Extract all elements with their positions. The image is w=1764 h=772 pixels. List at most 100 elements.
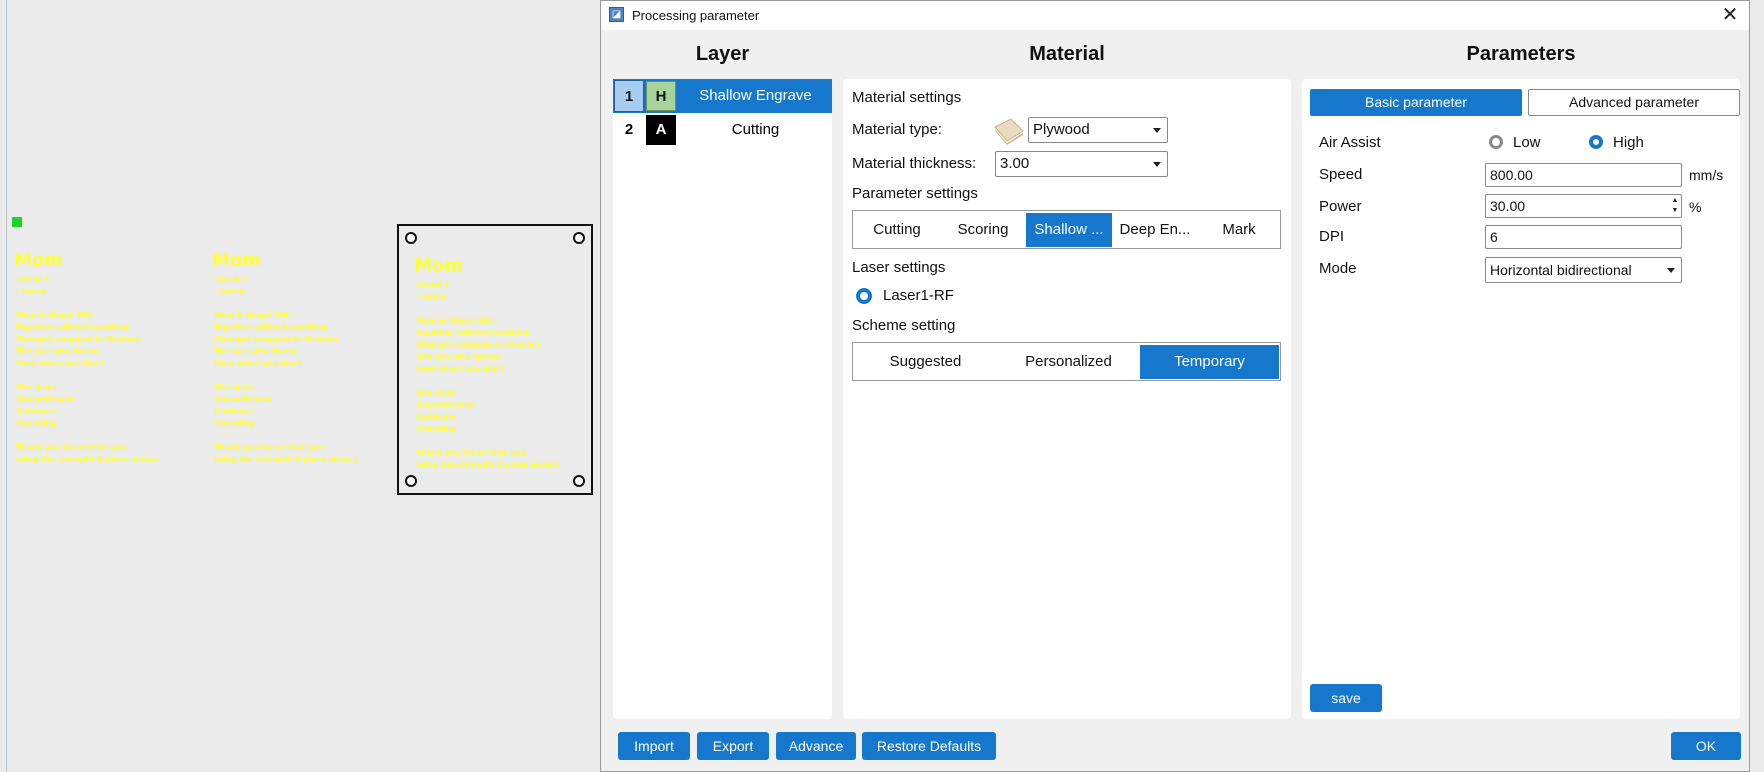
laser-radio[interactable] — [856, 288, 872, 304]
parameters-header: Parameters — [1466, 43, 1576, 65]
design-text-line: Unconditional — [16, 395, 75, 404]
layer-number: 1 — [614, 80, 644, 112]
material-thickness-select[interactable]: 3.00 — [995, 151, 1168, 177]
resize-handle[interactable] — [573, 475, 585, 487]
resize-handle[interactable] — [405, 475, 417, 487]
resize-handle[interactable] — [405, 232, 417, 244]
design-text-line: The one who listens — [16, 347, 101, 356]
scheme-tabs: Suggested Personalized Temporary — [852, 342, 1281, 381]
scheme-tab-suggested[interactable]: Suggested — [854, 345, 997, 379]
design-text-line: Thank you for all that you — [16, 443, 126, 452]
air-low-label[interactable]: Low — [1513, 134, 1541, 151]
chevron-down-icon — [1667, 268, 1675, 273]
material-thickness-label: Material thickness: — [852, 155, 977, 172]
power-spinbox[interactable]: 30.00 ▲ ▼ — [1485, 194, 1682, 218]
ok-button[interactable]: OK — [1671, 732, 1741, 760]
close-icon[interactable]: ✕ — [1719, 4, 1741, 26]
dialog-title: Processing parameter — [632, 8, 760, 23]
design-text-line — [214, 298, 357, 310]
design-text-line: Strength wrapped in Wisdom — [16, 335, 140, 344]
layer-name: Cutting — [731, 121, 780, 138]
scheme-tab-personalized[interactable]: Personalized — [997, 345, 1140, 379]
design-text-line: She loves — [16, 383, 57, 392]
advance-button[interactable]: Advance — [776, 732, 856, 760]
canvas-guide-line — [6, 0, 7, 772]
layer-row-2[interactable]: 2 A Cutting — [613, 113, 832, 147]
layer-number: 2 — [624, 121, 634, 138]
power-value: 30.00 — [1490, 198, 1526, 214]
design-text-line: Unending — [16, 419, 57, 428]
material-thickness-value: 3.00 — [1000, 155, 1030, 172]
preset-tab-mark[interactable]: Mark — [1198, 213, 1280, 247]
design-text-line: bring the strength it gives always — [214, 455, 358, 464]
app-icon: ◪ — [609, 7, 624, 22]
window-edge — [1750, 0, 1764, 772]
preset-tab-scoring[interactable]: Scoring — [940, 213, 1026, 247]
design-text-block: Lorem I - lorem Mom is Magic Still. Togeth… — [214, 274, 357, 466]
material-panel: Material settings Material type: Plywood… — [843, 79, 1291, 719]
speed-label: Speed — [1319, 166, 1363, 183]
mode-value: Horizontal bidirectional — [1490, 262, 1632, 278]
air-assist-label: Air Assist — [1319, 134, 1381, 151]
laser-settings-title: Laser settings — [852, 259, 946, 276]
design-text-line: Together without condition — [16, 323, 131, 332]
spin-up-icon[interactable]: ▲ — [1671, 196, 1679, 205]
layer-header: Layer — [695, 43, 750, 65]
dpi-input[interactable]: 6 — [1485, 225, 1682, 249]
design-text-line: She loves — [214, 383, 255, 392]
air-high-label[interactable]: High — [1613, 134, 1644, 151]
material-settings-title: Material settings — [852, 89, 962, 106]
air-high-radio[interactable] — [1589, 135, 1603, 149]
design-text-line — [214, 430, 357, 442]
parameter-settings-title: Parameter settings — [852, 185, 978, 202]
origin-marker[interactable] — [12, 217, 22, 227]
tab-basic-parameter[interactable]: Basic parameter — [1310, 89, 1522, 116]
design-text-line: Strength wrapped in Wisdom — [214, 335, 338, 344]
scheme-setting-title: Scheme setting — [852, 317, 956, 334]
design-text-line: Mom is Magic Still. — [214, 311, 294, 320]
export-button[interactable]: Export — [697, 732, 769, 760]
design-text-line: Thank you for all that you — [214, 443, 324, 452]
material-type-value: Plywood — [1033, 121, 1090, 138]
tab-advanced-parameter[interactable]: Advanced parameter — [1528, 89, 1740, 116]
resize-handle[interactable] — [573, 232, 585, 244]
design-text-line: Guidance — [214, 407, 254, 416]
layer-row-1[interactable]: 1 H Shallow Engrave — [613, 79, 832, 113]
speed-unit: mm/s — [1689, 167, 1724, 183]
design-text-block: Lorem I - lorem Mom is Magic Still. Togeth… — [16, 274, 159, 466]
material-header: Material — [1029, 43, 1105, 65]
layer-list: 1 H Shallow Engrave 2 A Cutting — [613, 79, 832, 719]
spin-down-icon[interactable]: ▼ — [1671, 206, 1679, 215]
material-type-select[interactable]: Plywood — [1028, 117, 1168, 143]
speed-input[interactable]: 800.00 — [1485, 163, 1682, 187]
chevron-down-icon — [1153, 162, 1161, 167]
dpi-label: DPI — [1319, 228, 1345, 245]
selection-box[interactable] — [397, 224, 593, 495]
scheme-tab-temporary[interactable]: Temporary — [1140, 345, 1279, 379]
laser-option-label[interactable]: Laser1-RF — [883, 287, 954, 304]
import-button[interactable]: Import — [618, 732, 690, 760]
design-text-line: Unconditional — [214, 395, 273, 404]
preset-tab-cutting[interactable]: Cutting — [854, 213, 940, 247]
parameter-preset-tabs: Cutting Scoring Shallow ... Deep En... M… — [852, 210, 1281, 249]
design-title: Mom — [212, 250, 262, 271]
design-title: Mom — [14, 250, 64, 271]
design-text-line: Even when you don't — [214, 359, 303, 368]
preset-tab-shallow-engrave[interactable]: Shallow ... — [1026, 213, 1112, 247]
design-text-line — [16, 430, 159, 442]
design-text-line: Unending — [214, 419, 255, 428]
layer-mode-badge: H — [646, 81, 676, 111]
layer-mode-badge: A — [646, 115, 676, 145]
mode-select[interactable]: Horizontal bidirectional — [1485, 257, 1682, 283]
power-unit: % — [1689, 199, 1702, 215]
save-button[interactable]: save — [1310, 684, 1382, 712]
restore-defaults-button[interactable]: Restore Defaults — [862, 732, 996, 760]
design-text-line — [214, 370, 357, 382]
design-text-line — [16, 370, 159, 382]
design-text-line: The one who listens — [214, 347, 299, 356]
parameters-panel: Basic parameter Advanced parameter Air A… — [1302, 79, 1740, 719]
design-text-line: Together without condition — [214, 323, 329, 332]
design-canvas[interactable]: Mom Lorem I - lorem Mom is Magic Still. To… — [0, 0, 600, 772]
preset-tab-deep-engrave[interactable]: Deep En... — [1112, 213, 1198, 247]
air-low-radio[interactable] — [1489, 135, 1503, 149]
